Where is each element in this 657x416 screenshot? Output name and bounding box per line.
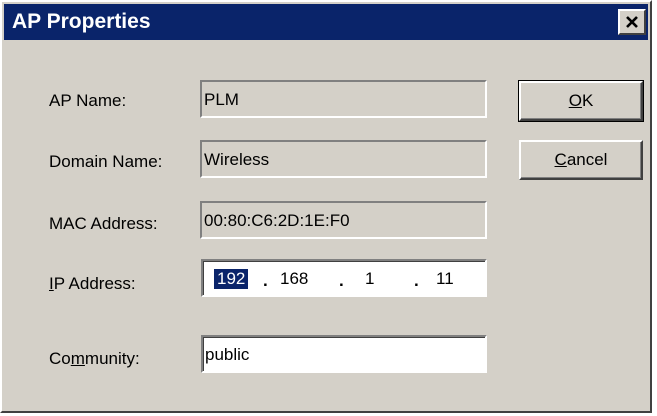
- cancel-button-rest: ancel: [566, 150, 608, 169]
- ip-octet-4[interactable]: 11: [436, 269, 454, 289]
- domain-name-value: Wireless: [204, 150, 270, 169]
- ip-octet-2[interactable]: 168: [280, 269, 308, 289]
- ip-dot-2: .: [339, 271, 344, 290]
- domain-name-label: Domain Name:: [49, 152, 163, 171]
- community-label-accel: m: [70, 349, 85, 368]
- ap-name-field: PLM: [200, 80, 487, 118]
- ip-octet-3[interactable]: 1: [365, 269, 374, 289]
- ok-button[interactable]: OK: [518, 80, 644, 122]
- title-bar[interactable]: AP Properties: [4, 4, 648, 40]
- community-label-rest: munity:: [84, 349, 140, 368]
- mac-address-label: MAC Address:: [49, 214, 158, 233]
- cancel-button[interactable]: Cancel: [519, 140, 643, 180]
- community-label: Community:: [49, 349, 140, 369]
- ok-button-accel: O: [568, 91, 582, 110]
- ap-name-value: PLM: [204, 90, 239, 109]
- mac-address-value: 00:80:C6:2D:1E:F0: [204, 211, 350, 230]
- close-icon: [626, 15, 638, 28]
- community-label-pre: Co: [49, 349, 71, 368]
- ap-name-label: AP Name:: [49, 91, 127, 110]
- close-button[interactable]: [618, 9, 646, 35]
- ip-address-input[interactable]: 192 . 168 . 1 . 11: [201, 259, 487, 297]
- ip-dot-3: .: [414, 271, 419, 290]
- ip-address-label: IP Address:: [49, 274, 136, 294]
- ip-octet-1[interactable]: 192: [214, 269, 249, 289]
- community-value: public: [205, 345, 250, 364]
- ok-button-rest: K: [581, 91, 594, 110]
- domain-name-field: Wireless: [200, 140, 487, 178]
- ap-properties-dialog: AP Properties AP Name: PLM Domain Name: …: [0, 0, 652, 413]
- ip-dot-1: .: [263, 271, 268, 290]
- community-input[interactable]: public: [201, 335, 487, 373]
- ip-address-label-rest: P Address:: [53, 274, 136, 293]
- window-title: AP Properties: [12, 10, 151, 33]
- cancel-button-accel: C: [554, 150, 567, 169]
- mac-address-field: 00:80:C6:2D:1E:F0: [200, 201, 487, 239]
